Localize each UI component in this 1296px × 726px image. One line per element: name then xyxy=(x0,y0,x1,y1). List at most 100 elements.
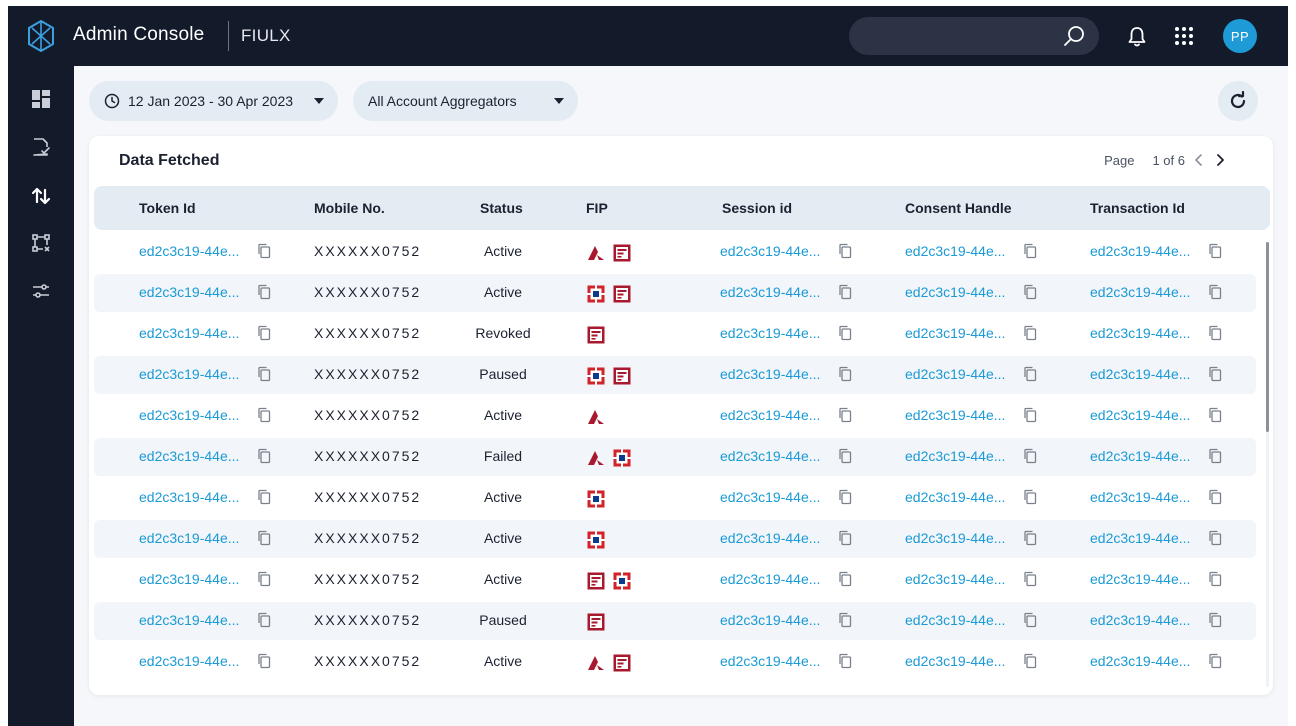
copy-icon[interactable] xyxy=(1023,448,1037,464)
date-range-select[interactable]: 12 Jan 2023 - 30 Apr 2023 xyxy=(89,81,338,121)
transaction-id-link[interactable]: ed2c3c19-44e... xyxy=(1090,284,1190,300)
sidebar-item-flows[interactable] xyxy=(26,228,56,258)
transaction-id-link[interactable]: ed2c3c19-44e... xyxy=(1090,366,1190,382)
session-id-link[interactable]: ed2c3c19-44e... xyxy=(720,407,820,423)
copy-icon[interactable] xyxy=(838,366,852,382)
refresh-button[interactable] xyxy=(1218,81,1258,121)
column-header[interactable]: Mobile No. xyxy=(314,200,385,216)
copy-icon[interactable] xyxy=(1208,530,1222,546)
token-id-link[interactable]: ed2c3c19-44e... xyxy=(139,325,239,341)
copy-icon[interactable] xyxy=(838,407,852,423)
copy-icon[interactable] xyxy=(1023,243,1037,259)
token-id-link[interactable]: ed2c3c19-44e... xyxy=(139,284,239,300)
copy-icon[interactable] xyxy=(257,325,271,341)
token-id-link[interactable]: ed2c3c19-44e... xyxy=(139,407,239,423)
copy-icon[interactable] xyxy=(257,571,271,587)
table-row[interactable]: ed2c3c19-44e... XXXXXX0752 Paused ed2c3c19-… xyxy=(94,602,1256,640)
copy-icon[interactable] xyxy=(838,325,852,341)
copy-icon[interactable] xyxy=(257,612,271,628)
transaction-id-link[interactable]: ed2c3c19-44e... xyxy=(1090,325,1190,341)
token-id-link[interactable]: ed2c3c19-44e... xyxy=(139,448,239,464)
copy-icon[interactable] xyxy=(1208,612,1222,628)
copy-icon[interactable] xyxy=(257,530,271,546)
copy-icon[interactable] xyxy=(1023,571,1037,587)
copy-icon[interactable] xyxy=(838,653,852,669)
token-id-link[interactable]: ed2c3c19-44e... xyxy=(139,571,239,587)
session-id-link[interactable]: ed2c3c19-44e... xyxy=(720,530,820,546)
consent-handle-link[interactable]: ed2c3c19-44e... xyxy=(905,571,1005,587)
sidebar-item-settings[interactable] xyxy=(26,276,56,306)
copy-icon[interactable] xyxy=(1208,653,1222,669)
token-id-link[interactable]: ed2c3c19-44e... xyxy=(139,653,239,669)
copy-icon[interactable] xyxy=(838,489,852,505)
consent-handle-link[interactable]: ed2c3c19-44e... xyxy=(905,407,1005,423)
session-id-link[interactable]: ed2c3c19-44e... xyxy=(720,325,820,341)
consent-handle-link[interactable]: ed2c3c19-44e... xyxy=(905,489,1005,505)
token-id-link[interactable]: ed2c3c19-44e... xyxy=(139,489,239,505)
bell-icon[interactable] xyxy=(1127,26,1147,48)
column-header[interactable]: Status xyxy=(480,200,523,216)
copy-icon[interactable] xyxy=(1023,653,1037,669)
table-row[interactable]: ed2c3c19-44e... XXXXXX0752 Active ed2c3c19-… xyxy=(94,274,1256,312)
copy-icon[interactable] xyxy=(1023,612,1037,628)
token-id-link[interactable]: ed2c3c19-44e... xyxy=(139,612,239,628)
copy-icon[interactable] xyxy=(257,407,271,423)
column-header[interactable]: FIP xyxy=(586,200,608,216)
table-row[interactable]: ed2c3c19-44e... XXXXXX0752 Paused ed2c3c19-… xyxy=(94,356,1256,394)
table-row[interactable]: ed2c3c19-44e... XXXXXX0752 Failed ed2c3c19-… xyxy=(94,438,1256,476)
consent-handle-link[interactable]: ed2c3c19-44e... xyxy=(905,325,1005,341)
copy-icon[interactable] xyxy=(1023,325,1037,341)
transaction-id-link[interactable]: ed2c3c19-44e... xyxy=(1090,612,1190,628)
copy-icon[interactable] xyxy=(1208,448,1222,464)
transaction-id-link[interactable]: ed2c3c19-44e... xyxy=(1090,571,1190,587)
session-id-link[interactable]: ed2c3c19-44e... xyxy=(720,284,820,300)
aggregator-select[interactable]: All Account Aggregators xyxy=(353,81,578,121)
copy-icon[interactable] xyxy=(257,366,271,382)
table-row[interactable]: ed2c3c19-44e... XXXXXX0752 Active ed2c3c19-… xyxy=(94,479,1256,517)
search-input[interactable] xyxy=(849,17,1099,55)
consent-handle-link[interactable]: ed2c3c19-44e... xyxy=(905,284,1005,300)
session-id-link[interactable]: ed2c3c19-44e... xyxy=(720,653,820,669)
copy-icon[interactable] xyxy=(838,448,852,464)
sidebar-item-dashboard[interactable] xyxy=(26,84,56,114)
copy-icon[interactable] xyxy=(838,284,852,300)
table-row[interactable]: ed2c3c19-44e... XXXXXX0752 Active ed2c3c19-… xyxy=(94,561,1256,599)
copy-icon[interactable] xyxy=(1023,489,1037,505)
transaction-id-link[interactable]: ed2c3c19-44e... xyxy=(1090,530,1190,546)
copy-icon[interactable] xyxy=(257,653,271,669)
session-id-link[interactable]: ed2c3c19-44e... xyxy=(720,571,820,587)
chevron-right-icon[interactable] xyxy=(1212,152,1228,168)
copy-icon[interactable] xyxy=(1208,571,1222,587)
table-row[interactable]: ed2c3c19-44e... XXXXXX0752 Active ed2c3c19-… xyxy=(94,520,1256,558)
table-row[interactable]: ed2c3c19-44e... XXXXXX0752 Revoked ed2c3c19… xyxy=(94,315,1256,353)
copy-icon[interactable] xyxy=(1208,407,1222,423)
table-row[interactable]: ed2c3c19-44e... XXXXXX0752 Active ed2c3c19-… xyxy=(94,233,1256,271)
copy-icon[interactable] xyxy=(1023,530,1037,546)
transaction-id-link[interactable]: ed2c3c19-44e... xyxy=(1090,407,1190,423)
table-row[interactable]: ed2c3c19-44e... XXXXXX0752 Active ed2c3c19-… xyxy=(94,643,1256,681)
session-id-link[interactable]: ed2c3c19-44e... xyxy=(720,612,820,628)
table-row[interactable]: ed2c3c19-44e... XXXXXX0752 Active ed2c3c19-… xyxy=(94,397,1256,435)
sidebar-item-documents[interactable] xyxy=(26,132,56,162)
scrollbar[interactable] xyxy=(1266,242,1269,687)
apps-grid-icon[interactable] xyxy=(1174,26,1194,46)
consent-handle-link[interactable]: ed2c3c19-44e... xyxy=(905,653,1005,669)
transaction-id-link[interactable]: ed2c3c19-44e... xyxy=(1090,243,1190,259)
column-header[interactable]: Consent Handle xyxy=(905,200,1012,216)
copy-icon[interactable] xyxy=(257,243,271,259)
column-header[interactable]: Token Id xyxy=(139,200,196,216)
search-icon[interactable] xyxy=(1063,25,1085,47)
copy-icon[interactable] xyxy=(1208,243,1222,259)
copy-icon[interactable] xyxy=(838,530,852,546)
session-id-link[interactable]: ed2c3c19-44e... xyxy=(720,243,820,259)
copy-icon[interactable] xyxy=(1023,284,1037,300)
copy-icon[interactable] xyxy=(1023,366,1037,382)
transaction-id-link[interactable]: ed2c3c19-44e... xyxy=(1090,489,1190,505)
copy-icon[interactable] xyxy=(838,571,852,587)
token-id-link[interactable]: ed2c3c19-44e... xyxy=(139,530,239,546)
sidebar-item-transfers[interactable] xyxy=(26,181,56,211)
consent-handle-link[interactable]: ed2c3c19-44e... xyxy=(905,530,1005,546)
column-header[interactable]: Session id xyxy=(722,200,792,216)
copy-icon[interactable] xyxy=(257,284,271,300)
token-id-link[interactable]: ed2c3c19-44e... xyxy=(139,366,239,382)
